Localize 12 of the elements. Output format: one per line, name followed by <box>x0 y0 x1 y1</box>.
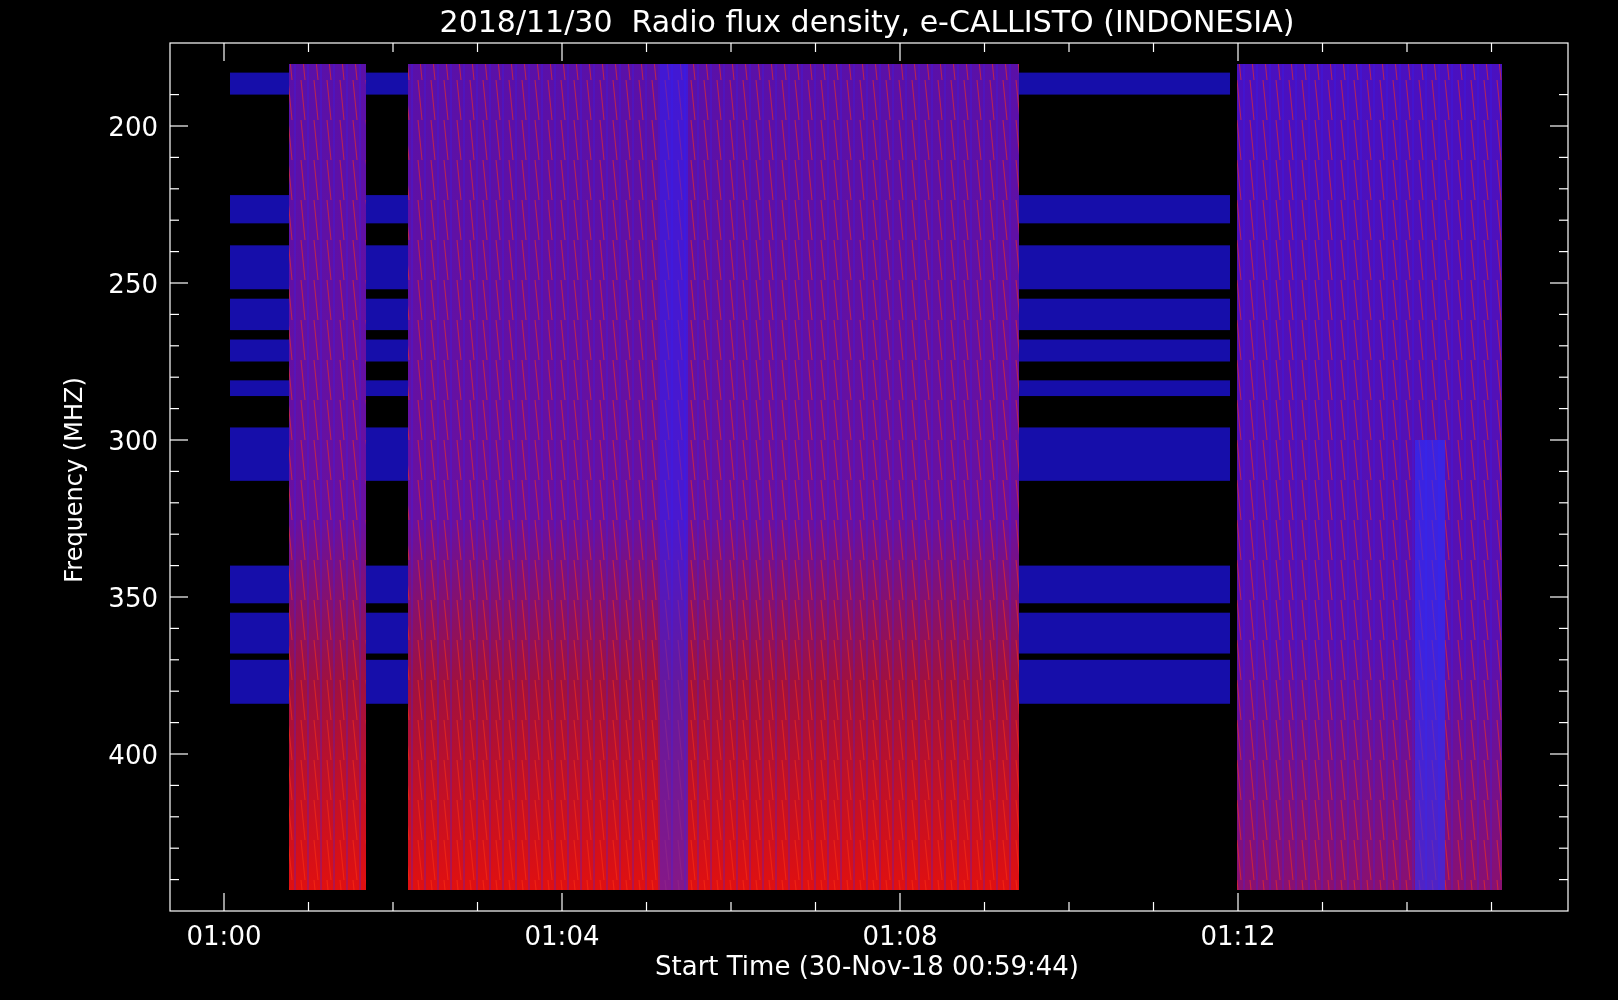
y-tick-label: 300 <box>108 426 158 456</box>
x-tick-label: 01:08 <box>862 921 938 951</box>
x-tick-label: 01:04 <box>524 921 600 951</box>
x-tick-label: 01:00 <box>186 921 262 951</box>
plot-title: 2018/11/30 Radio flux density, e-CALLISTO (INDONESIA) <box>439 4 1295 39</box>
y-tick-label: 350 <box>108 583 158 613</box>
y-tick-label: 250 <box>108 269 158 299</box>
x-tick-label: 01:12 <box>1200 921 1276 951</box>
y-tick-label: 400 <box>108 740 158 770</box>
y-axis-label: Frequency (MHZ) <box>60 377 88 583</box>
y-tick-label: 200 <box>108 112 158 142</box>
x-axis-label: Start Time (30-Nov-18 00:59:44) <box>655 951 1079 981</box>
